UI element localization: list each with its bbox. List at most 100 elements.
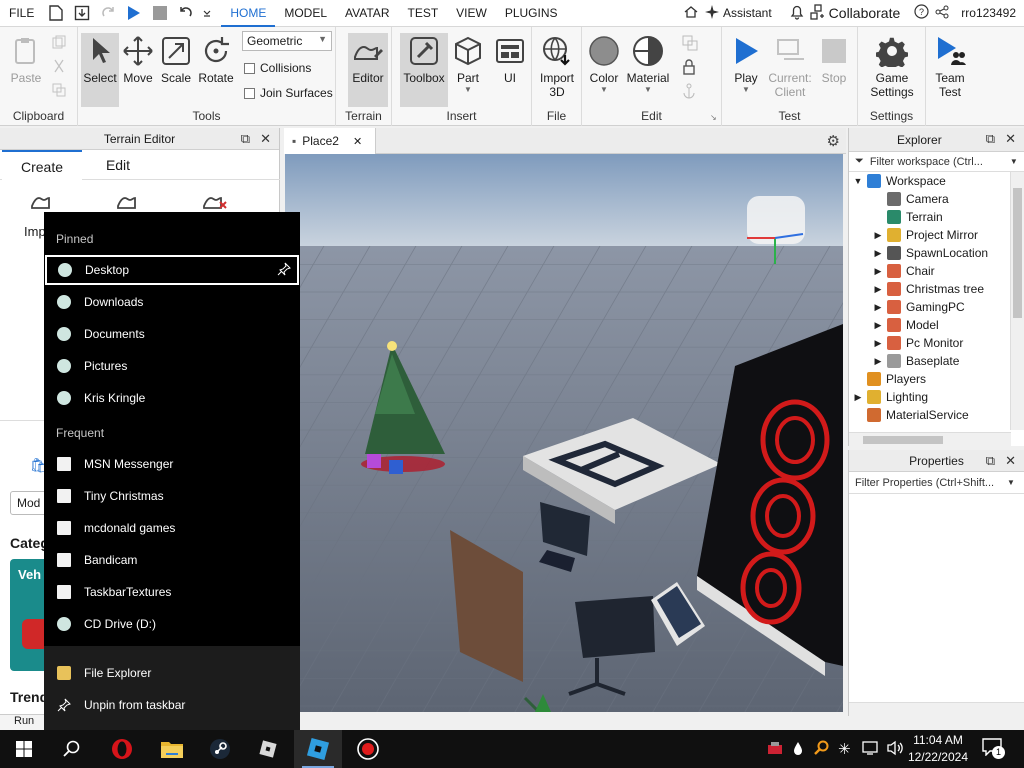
- frequent-item[interactable]: mcdonald games: [44, 513, 300, 543]
- collapsed-arrow-icon[interactable]: ▶: [873, 338, 883, 349]
- collapsed-arrow-icon[interactable]: ▶: [873, 356, 883, 367]
- home-icon[interactable]: [684, 5, 698, 22]
- start-button[interactable]: [0, 730, 48, 768]
- ui-button[interactable]: UI: [490, 33, 530, 85]
- roblox-player-app[interactable]: [244, 730, 292, 768]
- viewport-settings-gear-icon[interactable]: ⚙: [827, 132, 840, 150]
- pinned-item[interactable]: Documents: [44, 319, 300, 349]
- undock-icon[interactable]: ⧉: [986, 453, 995, 469]
- close-icon[interactable]: ✕: [1005, 131, 1016, 147]
- tab-view[interactable]: VIEW: [447, 0, 496, 27]
- move-button[interactable]: Move: [118, 33, 158, 85]
- tray-drop-icon[interactable]: [792, 741, 804, 760]
- collaborate-button[interactable]: Collaborate: [810, 3, 900, 23]
- explorer-hscrollbar[interactable]: [849, 432, 1011, 446]
- stop-icon[interactable]: [150, 3, 170, 23]
- pinned-item[interactable]: Pictures: [44, 351, 300, 381]
- collapsed-arrow-icon[interactable]: ▶: [873, 248, 883, 259]
- username-label[interactable]: rro123492: [961, 6, 1016, 20]
- search-button[interactable]: [48, 730, 96, 768]
- steam-app[interactable]: [196, 730, 244, 768]
- stop-button[interactable]: Stop: [814, 33, 854, 85]
- expanded-arrow-icon[interactable]: ▼: [853, 176, 863, 186]
- select-button[interactable]: Select: [81, 33, 119, 107]
- collapsed-arrow-icon[interactable]: ▶: [873, 320, 883, 331]
- system-clock[interactable]: 11:04 AM 12/22/2024: [908, 732, 968, 766]
- unpin-item-icon[interactable]: [277, 262, 291, 279]
- explorer-vscrollbar[interactable]: [1010, 172, 1024, 430]
- tab-home[interactable]: HOME: [221, 0, 276, 27]
- frequent-item[interactable]: TaskbarTextures: [44, 577, 300, 607]
- undock-icon[interactable]: ⧉: [986, 131, 995, 147]
- explorer-item[interactable]: ▶ Baseplate: [849, 352, 959, 370]
- explorer-item[interactable]: ▶ Christmas tree: [849, 280, 984, 298]
- explorer-item[interactable]: ▼ Workspace: [849, 172, 946, 190]
- explorer-item[interactable]: ▶ Pc Monitor: [849, 334, 963, 352]
- new-file-icon[interactable]: [46, 3, 66, 23]
- cut-icon[interactable]: [52, 59, 66, 76]
- explorer-item[interactable]: ▶ Lighting: [849, 388, 928, 406]
- share-icon[interactable]: [935, 5, 949, 22]
- close-icon[interactable]: ✕: [1005, 453, 1016, 469]
- rotate-button[interactable]: Rotate: [196, 33, 236, 85]
- close-icon[interactable]: ✕: [353, 135, 362, 148]
- explorer-item[interactable]: ▶ Model: [849, 316, 939, 334]
- tray-app-icon[interactable]: [766, 739, 784, 760]
- tab-edit[interactable]: Edit: [78, 150, 158, 180]
- bandicam-app[interactable]: [344, 730, 392, 768]
- notifications-icon[interactable]: [790, 4, 804, 23]
- close-icon[interactable]: ✕: [260, 131, 271, 147]
- explorer-item[interactable]: MaterialService: [849, 406, 969, 424]
- current-client-button[interactable]: Current: Client: [768, 33, 812, 99]
- frequent-item[interactable]: MSN Messenger: [44, 449, 300, 479]
- explorer-filter-input[interactable]: ⏷ Filter workspace (Ctrl... ▼: [849, 152, 1024, 172]
- collapsed-arrow-icon[interactable]: ▶: [873, 230, 883, 241]
- color-button[interactable]: Color ▼: [584, 33, 624, 94]
- explorer-item[interactable]: ▶ Chair: [849, 262, 935, 280]
- tab-test[interactable]: TEST: [398, 0, 447, 27]
- explorer-item[interactable]: Terrain: [849, 208, 943, 226]
- save-icon[interactable]: [72, 3, 92, 23]
- group-icon[interactable]: [682, 35, 698, 54]
- frequent-item[interactable]: Bandicam: [44, 545, 300, 575]
- pinned-item[interactable]: Downloads: [44, 287, 300, 317]
- material-button[interactable]: Material ▼: [626, 33, 670, 94]
- paste-button[interactable]: Paste: [6, 33, 46, 85]
- tab-place2[interactable]: ▪ Place2 ✕: [284, 128, 376, 154]
- part-button[interactable]: Part ▼: [448, 33, 488, 94]
- help-icon[interactable]: ?: [914, 4, 929, 22]
- scrollbar-thumb[interactable]: [863, 436, 943, 444]
- explorer-item[interactable]: ▶ SpawnLocation: [849, 244, 988, 262]
- duplicate-icon[interactable]: [52, 83, 66, 100]
- undo-icon[interactable]: [176, 3, 196, 23]
- redo-icon[interactable]: [98, 3, 118, 23]
- lock-icon[interactable]: [682, 59, 696, 78]
- play-button[interactable]: Play ▼: [726, 33, 766, 94]
- undock-icon[interactable]: ⧉: [241, 131, 250, 147]
- collapsed-arrow-icon[interactable]: ▶: [873, 266, 883, 277]
- volume-icon[interactable]: [886, 740, 904, 759]
- 3d-viewport[interactable]: [285, 154, 843, 712]
- opera-app[interactable]: [98, 730, 146, 768]
- file-explorer-action[interactable]: File Explorer: [44, 658, 300, 688]
- collisions-checkbox[interactable]: Collisions: [244, 61, 311, 75]
- terrain-editor-button[interactable]: Editor: [348, 33, 388, 107]
- properties-filter-input[interactable]: Filter Properties (Ctrl+Shift... ▼: [849, 472, 1024, 494]
- quick-access-dropdown-icon[interactable]: [202, 3, 212, 23]
- tab-model[interactable]: MODEL: [275, 0, 336, 27]
- tab-plugins[interactable]: PLUGINS: [496, 0, 567, 27]
- team-test-button[interactable]: Team Test: [930, 33, 970, 99]
- transform-mode-select[interactable]: Geometric ▼: [242, 31, 332, 51]
- file-menu[interactable]: FILE: [0, 0, 43, 27]
- assistant-button[interactable]: Assistant: [704, 4, 772, 23]
- notification-center-button[interactable]: 1: [982, 738, 1006, 760]
- scale-button[interactable]: Scale: [156, 33, 196, 85]
- frequent-item[interactable]: Tiny Christmas: [44, 481, 300, 511]
- explorer-item[interactable]: ▶ Project Mirror: [849, 226, 978, 244]
- unpin-action[interactable]: Unpin from taskbar: [44, 690, 300, 720]
- pinned-item[interactable]: Desktop: [45, 255, 299, 285]
- import-3d-button[interactable]: Import 3D: [537, 33, 577, 99]
- explorer-item[interactable]: ▶ GamingPC: [849, 298, 965, 316]
- collapsed-arrow-icon[interactable]: ▶: [873, 302, 883, 313]
- tab-avatar[interactable]: AVATAR: [336, 0, 398, 27]
